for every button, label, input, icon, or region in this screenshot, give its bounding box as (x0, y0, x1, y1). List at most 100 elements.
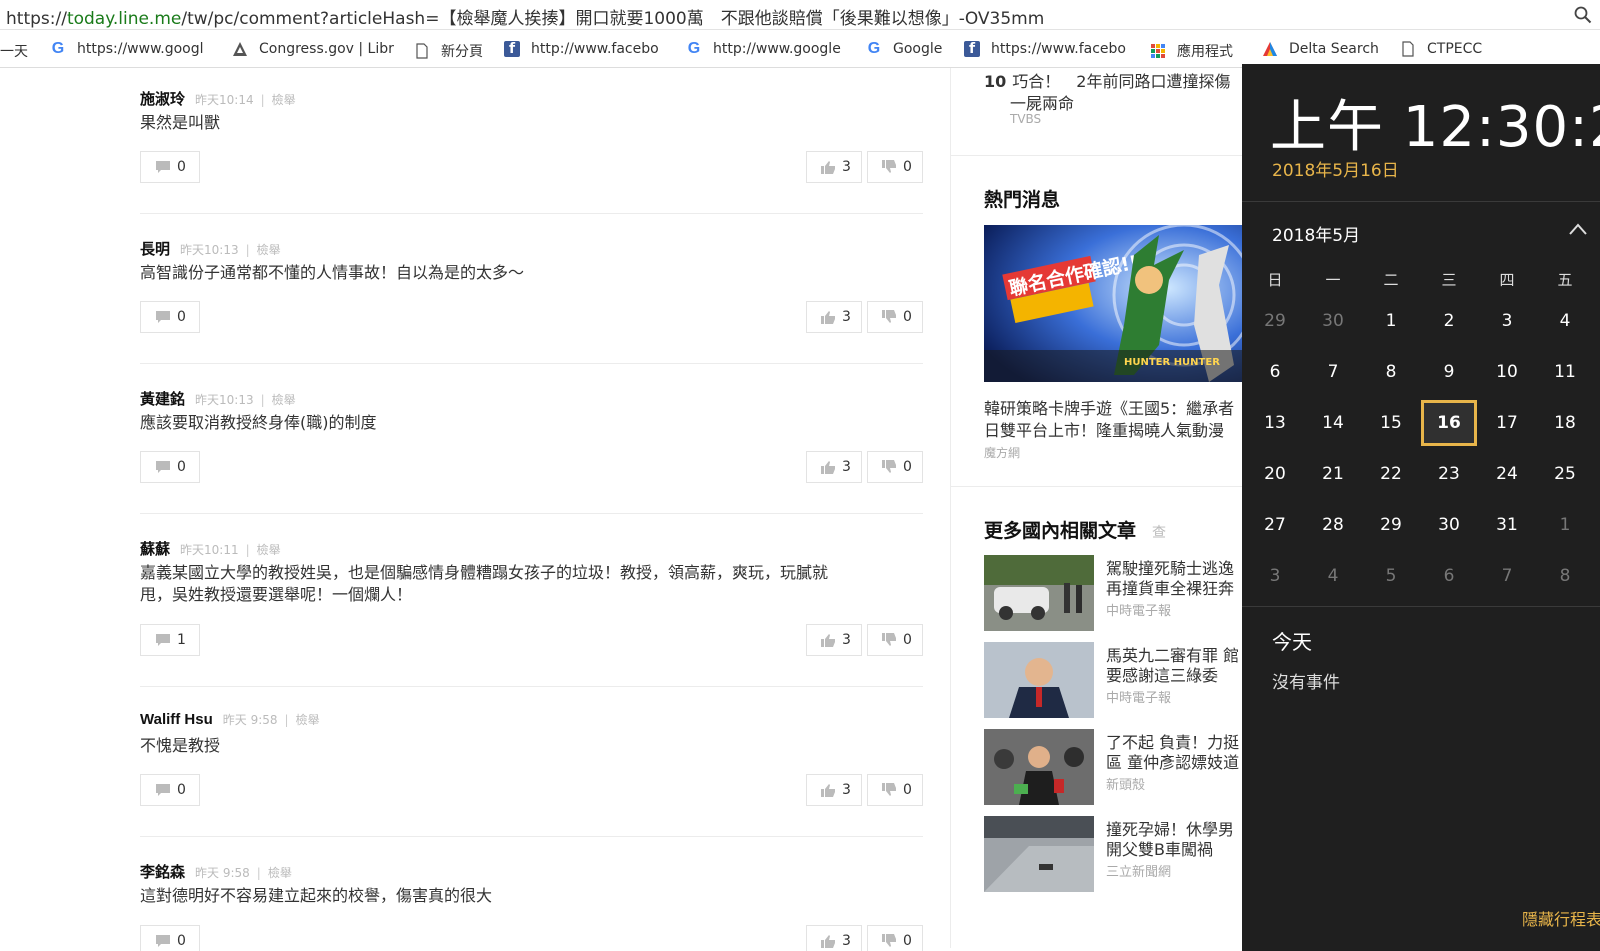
calendar-day[interactable]: 9 (1421, 349, 1477, 395)
bookmark-item[interactable]: G Google (866, 41, 943, 58)
chevron-up-icon[interactable] (1568, 222, 1588, 236)
calendar-day[interactable]: 1 (1363, 298, 1419, 344)
calendar-day[interactable]: 20 (1247, 451, 1303, 497)
comment-author[interactable]: 長明 (140, 238, 170, 259)
calendar-day[interactable]: 31 (1479, 502, 1535, 548)
related-article[interactable]: 駕駛撞死騎士逃逸 再撞貨車全裸狂奔 中時電子報 (984, 555, 1244, 633)
bookmark-item[interactable]: 新分頁 (414, 41, 483, 61)
calendar-day[interactable]: 30 (1421, 502, 1477, 548)
report-link[interactable]: 檢舉 (257, 541, 281, 558)
calendar-day[interactable]: 10 (1479, 349, 1535, 395)
calendar-day[interactable]: 21 (1305, 451, 1361, 497)
comment-author[interactable]: 李銘森 (140, 861, 185, 882)
ranked-news-item[interactable]: 10 巧合！ 2年前同路口遭撞探傷 一屍兩命 TVBS (984, 68, 1230, 126)
calendar-day[interactable]: 17 (1479, 400, 1535, 446)
calendar-day[interactable]: 5 (1363, 553, 1419, 599)
comment-item: 黃建銘 昨天10:13 | 檢舉 應該要取消教授終身俸(職)的制度 0 3 0 (140, 388, 923, 488)
calendar-flyout: 上午 12:30:26 2018年5月16日 2018年5月 日 一 二 三 四… (1242, 64, 1600, 951)
calendar-day[interactable]: 8 (1363, 349, 1419, 395)
calendar-day-today[interactable]: 16 (1421, 400, 1477, 446)
search-icon[interactable] (1574, 6, 1592, 24)
url-text[interactable]: https://today.line.me/tw/pc/comment?arti… (6, 4, 1044, 29)
comment-author[interactable]: Waliff Hsu (140, 711, 213, 728)
reply-button[interactable]: 0 (140, 151, 200, 183)
reply-button[interactable]: 0 (140, 301, 200, 333)
calendar-day[interactable]: 3 (1247, 553, 1303, 599)
hot-news-image[interactable]: 聯名合作確認!!! HUNTER HUNTER (984, 225, 1244, 382)
dislike-button[interactable]: 0 (867, 151, 923, 183)
dislike-button[interactable]: 0 (867, 451, 923, 483)
weekday-label: 一 (1325, 271, 1341, 289)
calendar-day[interactable]: 28 (1305, 502, 1361, 548)
like-button[interactable]: 3 (806, 151, 862, 183)
month-label[interactable]: 2018年5月 (1272, 221, 1360, 246)
like-button[interactable]: 3 (806, 301, 862, 333)
calendar-day[interactable]: 7 (1305, 349, 1361, 395)
calendar-day[interactable]: 8 (1537, 553, 1593, 599)
calendar-day[interactable]: 24 (1479, 451, 1535, 497)
report-link[interactable]: 檢舉 (268, 864, 292, 881)
related-article[interactable]: 撞死孕婦！休學男 開父雙B車闖禍 三立新聞網 (984, 816, 1244, 894)
calendar-day[interactable]: 6 (1421, 553, 1477, 599)
dislike-button[interactable]: 0 (867, 925, 923, 951)
calendar-day[interactable]: 25 (1537, 451, 1593, 497)
comment-author[interactable]: 黃建銘 (140, 388, 185, 409)
bookmark-item[interactable]: Ghttp://www.google (686, 41, 841, 58)
reply-button[interactable]: 0 (140, 451, 200, 483)
bookmark-item[interactable]: 每一天 (0, 41, 28, 61)
report-link[interactable]: 檢舉 (296, 711, 320, 728)
clock-date[interactable]: 2018年5月16日 (1272, 156, 1399, 181)
more-link[interactable]: 查 (1152, 525, 1166, 541)
comment-author[interactable]: 蘇蘇 (140, 538, 170, 559)
reply-button[interactable]: 1 (140, 624, 200, 656)
calendar-day[interactable]: 15 (1363, 400, 1419, 446)
bookmark-item[interactable]: Ghttps://www.googl (50, 41, 204, 58)
report-link[interactable]: 檢舉 (272, 391, 296, 408)
calendar-day[interactable]: 29 (1247, 298, 1303, 344)
calendar-day[interactable]: 27 (1247, 502, 1303, 548)
like-button[interactable]: 3 (806, 774, 862, 806)
news-headline-line2: 一屍兩命 (1010, 94, 1075, 113)
hide-agenda-button[interactable]: 隱藏行程表 (1522, 906, 1600, 930)
related-article[interactable]: 馬英九二審有罪 館 要感謝這三綠委 中時電子報 (984, 642, 1244, 720)
dislike-button[interactable]: 0 (867, 774, 923, 806)
hot-news-headline[interactable]: 韓研策略卡牌手遊《王國5：繼承者 日雙平台上市！隆重揭曉人氣動漫 (984, 398, 1234, 442)
reply-button[interactable]: 0 (140, 774, 200, 806)
bookmark-item[interactable]: CTPECC (1400, 41, 1482, 57)
report-link[interactable]: 檢舉 (272, 91, 296, 108)
bookmark-item[interactable]: f http://www.facebo (504, 41, 659, 57)
calendar-day[interactable]: 18 (1537, 400, 1593, 446)
dislike-button[interactable]: 0 (867, 624, 923, 656)
bookmark-item[interactable]: Delta Search (1262, 41, 1379, 57)
like-button[interactable]: 3 (806, 451, 862, 483)
related-article[interactable]: 了不起 負責！力挺 區 童仲彥認嫖妓道 新頭殼 (984, 729, 1244, 807)
like-button[interactable]: 3 (806, 624, 862, 656)
calendar-day[interactable]: 30 (1305, 298, 1361, 344)
dislike-count: 0 (903, 782, 912, 798)
calendar-day[interactable]: 3 (1479, 298, 1535, 344)
calendar-day[interactable]: 7 (1479, 553, 1535, 599)
article-thumbnail (984, 555, 1094, 631)
calendar-day[interactable]: 23 (1421, 451, 1477, 497)
report-link[interactable]: 檢舉 (257, 241, 281, 258)
calendar-day[interactable]: 6 (1247, 349, 1303, 395)
calendar-day[interactable]: 13 (1247, 400, 1303, 446)
calendar-day[interactable]: 4 (1537, 298, 1593, 344)
calendar-day[interactable]: 2 (1421, 298, 1477, 344)
dislike-button[interactable]: 0 (867, 301, 923, 333)
bookmark-item[interactable]: 應用程式 (1150, 41, 1233, 61)
comment-author[interactable]: 施淑玲 (140, 88, 185, 109)
calendar-day[interactable]: 4 (1305, 553, 1361, 599)
bookmark-item[interactable]: Congress.gov | Libr (232, 41, 394, 57)
address-bar[interactable]: https://today.line.me/tw/pc/comment?arti… (0, 0, 1600, 30)
bookmark-item[interactable]: f https://www.facebo (964, 41, 1126, 57)
calendar-day[interactable]: 14 (1305, 400, 1361, 446)
like-button[interactable]: 3 (806, 925, 862, 951)
calendar-day[interactable]: 11 (1537, 349, 1593, 395)
calendar-day[interactable]: 29 (1363, 502, 1419, 548)
calendar-day[interactable]: 22 (1363, 451, 1419, 497)
calendar-day[interactable]: 1 (1537, 502, 1593, 548)
like-count: 3 (842, 632, 851, 648)
news-headline: 韓研策略卡牌手遊《王國5：繼承者 (984, 399, 1235, 418)
reply-button[interactable]: 0 (140, 925, 200, 951)
